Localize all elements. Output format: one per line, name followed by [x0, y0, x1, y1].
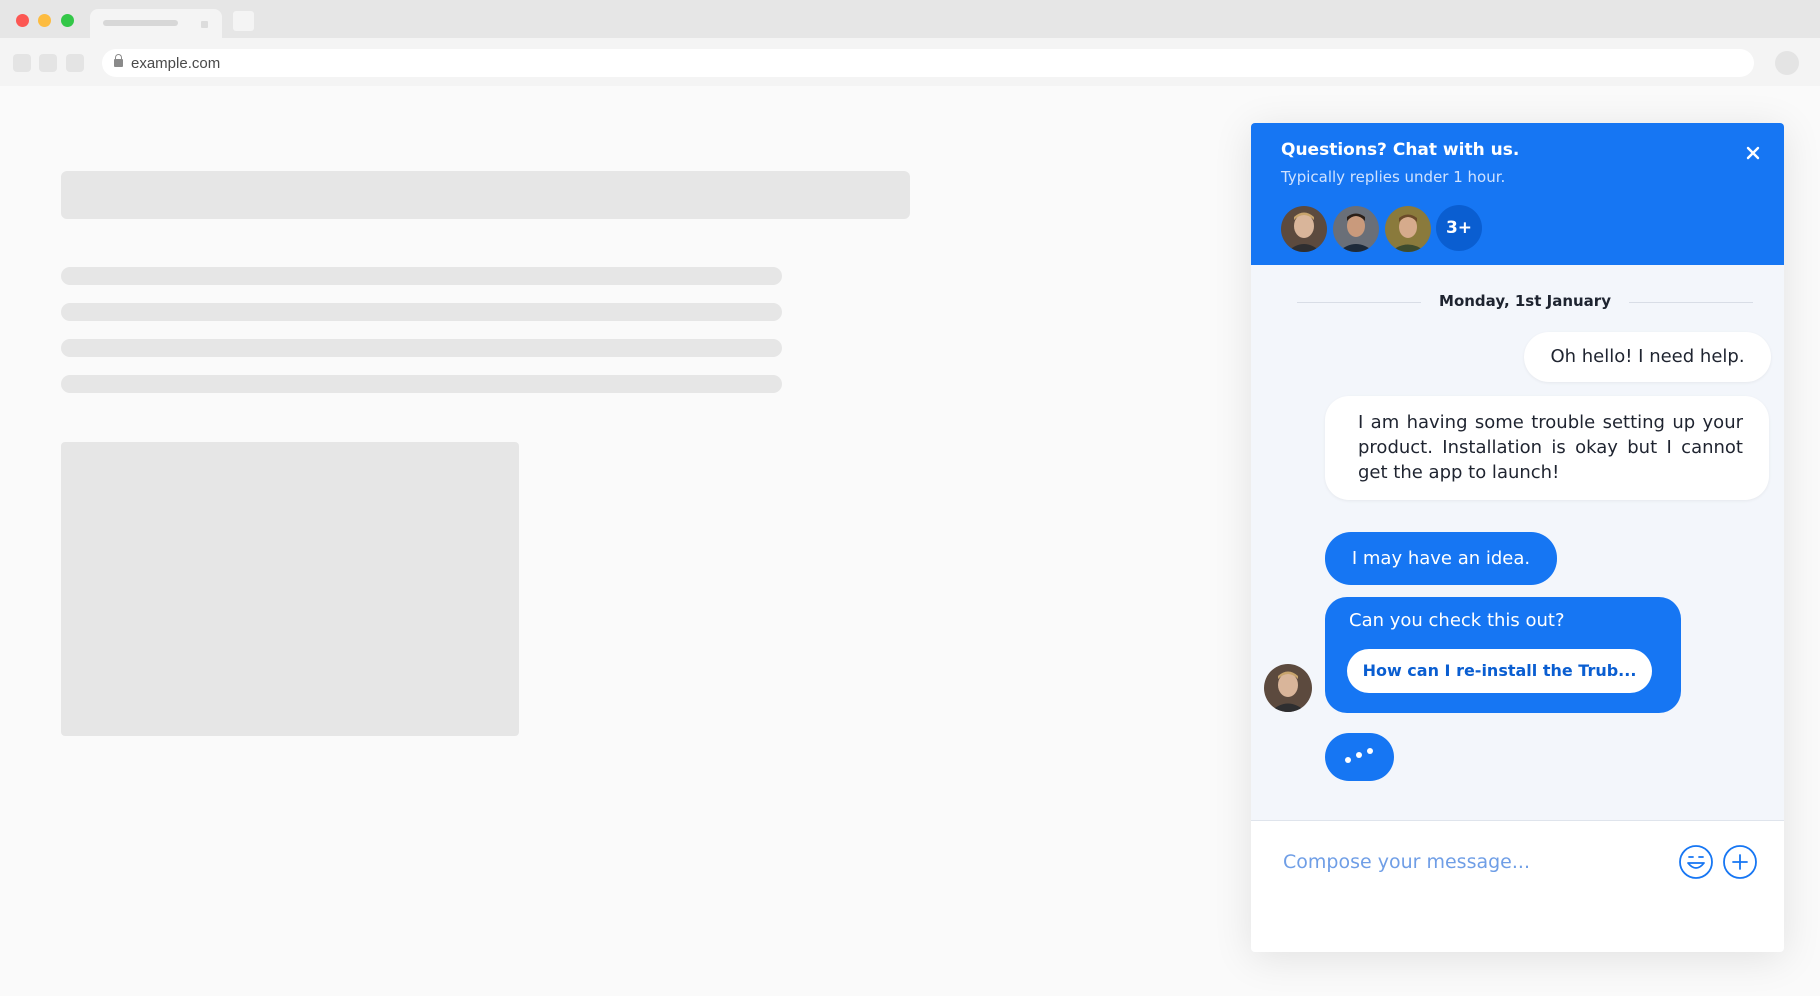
close-icon[interactable]	[1741, 141, 1765, 165]
placeholder-text-line	[61, 375, 782, 393]
placeholder-text-line	[61, 267, 782, 285]
typing-dot	[1367, 748, 1373, 754]
url-text[interactable]: example.com	[131, 55, 220, 72]
date-separator: Monday, 1st January	[1297, 291, 1753, 313]
forward-button[interactable]	[39, 54, 57, 72]
typing-dot	[1345, 757, 1351, 763]
typing-dot	[1356, 752, 1362, 758]
tab-close-icon[interactable]	[201, 21, 208, 28]
agent-message: Can you check this out? How can I re-ins…	[1325, 597, 1681, 713]
date-separator-text: Monday, 1st January	[1439, 292, 1611, 310]
placeholder-title	[61, 171, 910, 219]
new-tab-button[interactable]	[233, 11, 254, 31]
avatar	[1264, 664, 1312, 712]
browser-toolbar: example.com	[0, 38, 1820, 86]
chat-title: Questions? Chat with us.	[1281, 140, 1520, 160]
tab-title-placeholder	[103, 20, 178, 26]
typing-indicator	[1325, 733, 1394, 781]
emoji-icon[interactable]	[1678, 844, 1714, 880]
avatar	[1279, 204, 1329, 254]
message-input[interactable]	[1281, 843, 1665, 881]
agent-message: I may have an idea.	[1325, 532, 1557, 585]
agent-message-text: Can you check this out?	[1349, 610, 1565, 631]
plus-icon[interactable]	[1722, 844, 1758, 880]
minimize-window-button[interactable]	[38, 14, 51, 27]
more-agents-badge[interactable]: 3+	[1436, 205, 1482, 251]
browser-tab[interactable]	[90, 9, 222, 39]
lock-icon	[114, 54, 123, 67]
avatar	[1331, 204, 1381, 254]
chat-header: Questions? Chat with us. Typically repli…	[1251, 123, 1784, 265]
placeholder-text-line	[61, 339, 782, 357]
close-window-button[interactable]	[16, 14, 29, 27]
tab-bar	[0, 0, 1820, 39]
reload-button[interactable]	[66, 54, 84, 72]
address-bar[interactable]: example.com	[102, 49, 1754, 77]
composer	[1251, 820, 1784, 906]
back-button[interactable]	[13, 54, 31, 72]
user-message: I am having some trouble setting up your…	[1325, 396, 1769, 500]
chat-footer	[1251, 905, 1784, 952]
placeholder-text-line	[61, 303, 782, 321]
avatar	[1383, 204, 1433, 254]
browser-window: example.com Questions? Chat with us. Typ…	[0, 0, 1820, 996]
profile-avatar[interactable]	[1775, 51, 1799, 75]
placeholder-image	[61, 442, 519, 736]
chat-subtitle: Typically replies under 1 hour.	[1281, 168, 1506, 186]
maximize-window-button[interactable]	[61, 14, 74, 27]
user-message: Oh hello! I need help.	[1524, 332, 1771, 382]
chat-widget: Questions? Chat with us. Typically repli…	[1251, 123, 1784, 952]
article-link-button[interactable]: How can I re-install the Trub...	[1347, 649, 1652, 693]
